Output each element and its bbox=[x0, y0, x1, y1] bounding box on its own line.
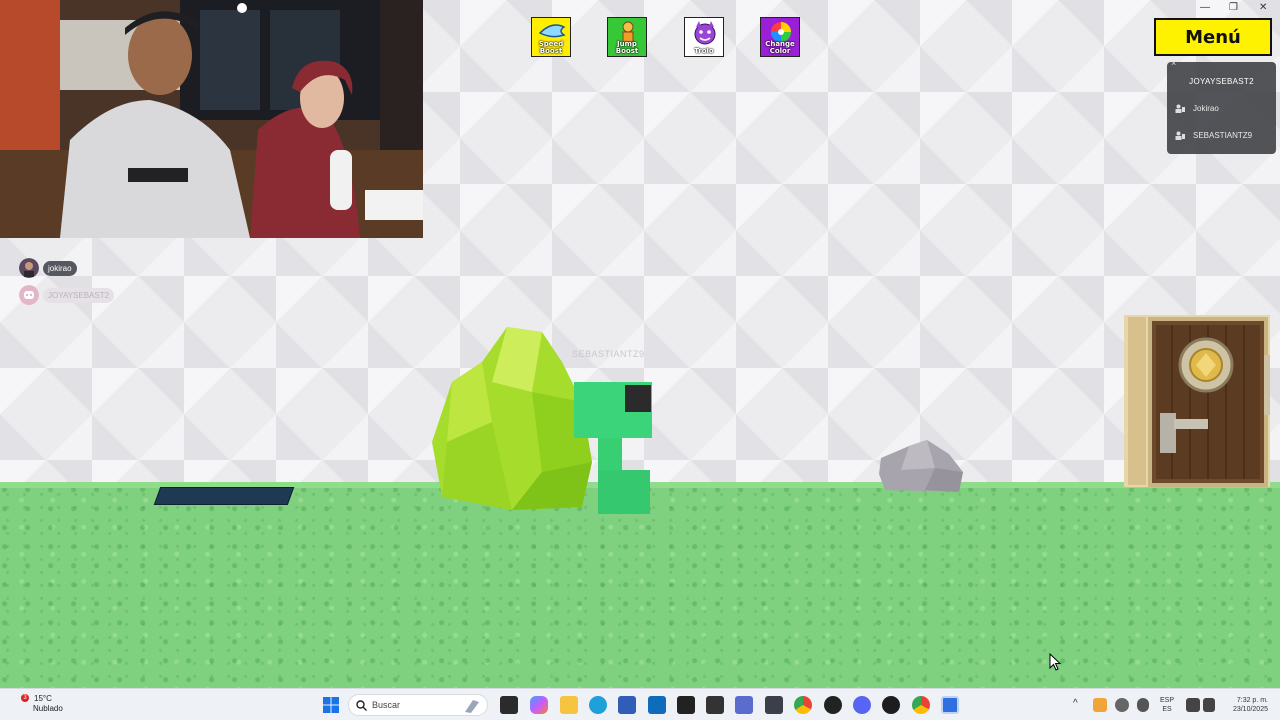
clock-time: 7:32 p. m. bbox=[1236, 697, 1268, 704]
voice-user-chip[interactable]: JOYAYSEBAST2 bbox=[19, 285, 115, 305]
taskbar-search[interactable]: Buscar bbox=[348, 694, 488, 716]
app-f-icon[interactable] bbox=[706, 696, 724, 714]
close-panel-icon[interactable]: × bbox=[1171, 58, 1176, 68]
change-color-button[interactable]: Change Color bbox=[760, 17, 800, 57]
language-bottom: ES bbox=[1162, 706, 1172, 713]
jump-boost-label: Jump Boost bbox=[615, 40, 639, 55]
mouse-cursor-icon bbox=[1049, 653, 1061, 671]
clock-date: 23/10/2025 bbox=[1232, 706, 1268, 713]
tray-app-icon[interactable] bbox=[1093, 698, 1107, 712]
user-icon bbox=[1175, 104, 1185, 113]
volume-icon[interactable] bbox=[1203, 698, 1215, 712]
microphone-icon[interactable] bbox=[1137, 698, 1149, 712]
rock bbox=[879, 440, 963, 492]
voice-user-name: JOYAYSEBAST2 bbox=[43, 287, 115, 303]
user-icon bbox=[1175, 131, 1185, 140]
snipping-icon[interactable] bbox=[735, 696, 753, 714]
speed-boost-button[interactable]: Speed Boost bbox=[531, 17, 571, 57]
current-player-name: JOYAYSEBAST2 bbox=[1189, 77, 1254, 86]
menu-button[interactable]: Menú bbox=[1154, 18, 1272, 56]
active-app-icon[interactable] bbox=[941, 696, 959, 714]
jump-boost-button[interactable]: Jump Boost bbox=[607, 17, 647, 57]
weather-temp: 15°C bbox=[34, 694, 52, 703]
search-placeholder: Buscar bbox=[372, 700, 401, 710]
yahoo-icon[interactable] bbox=[677, 696, 695, 714]
close-window-icon[interactable]: ✕ bbox=[1259, 2, 1267, 13]
jump-pad bbox=[153, 487, 295, 505]
network-icon[interactable] bbox=[1186, 698, 1200, 712]
language-top: ESP bbox=[1160, 697, 1175, 704]
windows-start-icon[interactable] bbox=[322, 696, 340, 714]
weather-widget[interactable]: 3 15°C Nublado bbox=[18, 694, 63, 714]
players-panel: × JOYAYSEBAST2 Jokirao SEBASTIANTZ9 bbox=[1167, 58, 1276, 154]
edge-icon[interactable] bbox=[589, 696, 607, 714]
player-nametag: SEBASTIANTZ9 bbox=[572, 349, 645, 359]
avatar bbox=[19, 258, 39, 278]
discord-icon[interactable] bbox=[853, 696, 871, 714]
voice-user-chip[interactable]: jokirao bbox=[19, 258, 77, 278]
store-icon[interactable] bbox=[618, 696, 636, 714]
player-name: SEBASTIANTZ9 bbox=[1193, 131, 1253, 140]
trolo-label: Trolo bbox=[694, 47, 714, 55]
search-highlight-icon bbox=[465, 700, 479, 713]
exit-door[interactable] bbox=[1124, 315, 1270, 487]
outlook-icon[interactable] bbox=[648, 696, 666, 714]
chrome-profile-icon[interactable] bbox=[912, 696, 930, 714]
media-player-icon[interactable] bbox=[882, 696, 900, 714]
calculator-icon[interactable] bbox=[765, 696, 783, 714]
chevron-up-icon[interactable]: ^ bbox=[1073, 698, 1078, 709]
player-avatar bbox=[574, 382, 654, 516]
chrome-icon[interactable] bbox=[794, 696, 812, 714]
task-view-icon[interactable] bbox=[500, 696, 518, 714]
trolo-button[interactable]: Trolo bbox=[684, 17, 724, 57]
restore-icon[interactable]: ❐ bbox=[1229, 2, 1238, 13]
devil-icon bbox=[694, 21, 716, 45]
player-name: Jokirao bbox=[1193, 104, 1219, 113]
weather-desc: Nublado bbox=[33, 704, 63, 713]
tray-settings-icon[interactable] bbox=[1115, 698, 1129, 712]
file-explorer-icon[interactable] bbox=[560, 696, 578, 714]
search-icon bbox=[356, 700, 367, 711]
bush bbox=[432, 327, 592, 510]
discord-icon bbox=[19, 285, 39, 305]
taskbar: 3 15°C Nublado Buscar ^ ESP ES 7:32 p. m… bbox=[0, 688, 1280, 720]
avatar-eye bbox=[625, 385, 651, 412]
webcam-overlay bbox=[0, 0, 423, 238]
change-color-label: Change Color bbox=[765, 40, 795, 55]
weather-badge: 3 bbox=[21, 694, 29, 702]
language-indicator[interactable]: ESP ES bbox=[1160, 696, 1174, 714]
speed-boost-label: Speed Boost bbox=[538, 40, 564, 55]
player-list-item[interactable]: Jokirao bbox=[1175, 104, 1219, 113]
voice-user-name: jokirao bbox=[43, 260, 77, 276]
obs-icon[interactable] bbox=[824, 696, 842, 714]
clock[interactable]: 7:32 p. m. 23/10/2025 bbox=[1220, 696, 1268, 714]
copilot-icon[interactable] bbox=[530, 696, 548, 714]
minimize-icon[interactable]: — bbox=[1200, 2, 1210, 13]
player-list-item[interactable]: SEBASTIANTZ9 bbox=[1175, 131, 1252, 140]
